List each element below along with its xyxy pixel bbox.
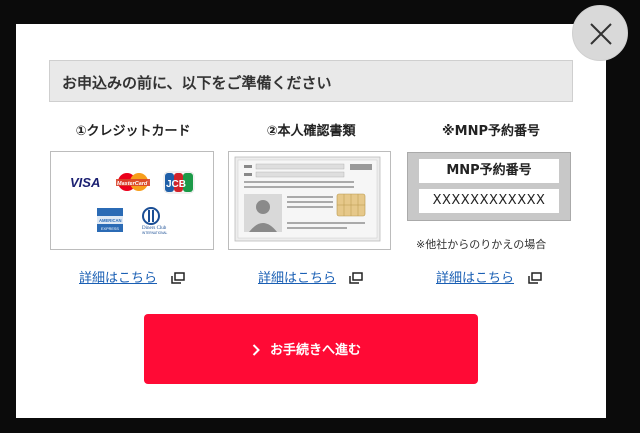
id-document-detail-link[interactable]: 詳細はこちら <box>258 267 336 286</box>
external-window-icon <box>349 269 363 288</box>
chevron-right-icon <box>252 341 260 360</box>
mastercard-logo: MasterCard <box>116 173 150 191</box>
visa-logo: VISA <box>70 175 100 190</box>
proceed-label: お手続きへ進む <box>270 343 362 358</box>
close-button[interactable] <box>572 5 628 61</box>
portrait-photo-icon <box>244 194 282 232</box>
header-title: お申込みの前に、以下をご準備ください <box>62 74 332 92</box>
mnp-title: ※MNP予約番号 <box>442 124 540 139</box>
diners-club-logo: Diners Club INTERNATIONAL <box>142 207 167 235</box>
mnp-label: MNP予約番号 <box>419 159 559 183</box>
mnp-value: XXXXXXXXXXXX <box>419 189 559 213</box>
mnp-reservation-number-sample: MNP予約番号 XXXXXXXXXXXX <box>407 152 571 221</box>
mnp-note: ※他社からのりかえの場合 <box>416 238 547 251</box>
modal-dialog: お申込みの前に、以下をご準備ください ①クレジットカード ②本人確認書類 ※MN… <box>16 24 606 418</box>
credit-card-brands-image: VISA MasterCard JCB AMERICAN EXPRESS Din… <box>50 151 214 250</box>
preparation-header: お申込みの前に、以下をご準備ください <box>49 60 573 102</box>
svg-text:EXPRESS: EXPRESS <box>101 227 119 231</box>
svg-text:JCB: JCB <box>166 179 186 190</box>
svg-text:INTERNATIONAL: INTERNATIONAL <box>142 231 167 235</box>
svg-text:AMERICAN: AMERICAN <box>99 218 122 223</box>
jcb-logo: JCB <box>163 171 195 194</box>
external-window-icon <box>171 269 185 288</box>
proceed-button[interactable]: お手続きへ進む <box>144 314 478 384</box>
svg-text:MasterCard: MasterCard <box>117 181 148 187</box>
credit-card-detail-link[interactable]: 詳細はこちら <box>79 267 157 286</box>
amex-logo: AMERICAN EXPRESS <box>97 208 123 232</box>
svg-text:VISA: VISA <box>70 175 100 190</box>
id-document-image <box>228 151 391 250</box>
external-window-icon <box>528 269 542 288</box>
id-document-title: ②本人確認書類 <box>266 124 356 139</box>
mnp-detail-link[interactable]: 詳細はこちら <box>436 267 514 286</box>
close-icon <box>590 23 612 45</box>
credit-card-title: ①クレジットカード <box>75 124 191 139</box>
